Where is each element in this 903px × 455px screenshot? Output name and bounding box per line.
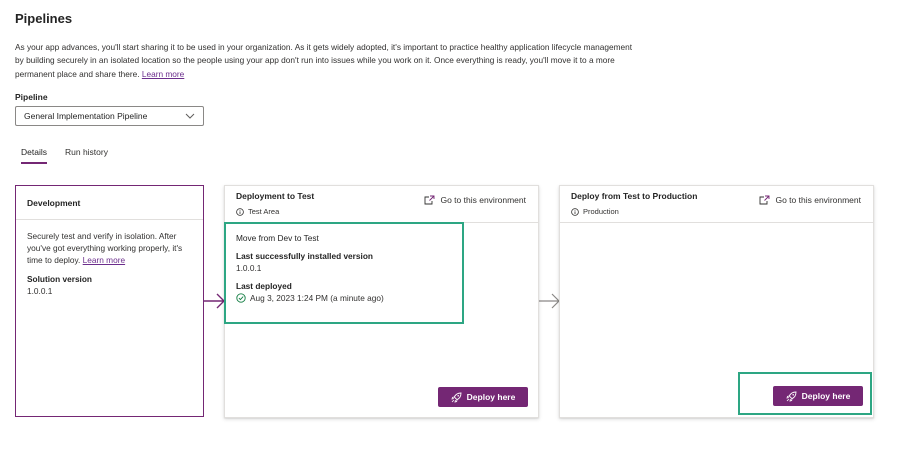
production-goto-environment-link[interactable]: Go to this environment	[759, 195, 861, 205]
installed-version-value: 1.0.0.1	[236, 263, 262, 273]
tab-run-history[interactable]: Run history	[65, 147, 108, 164]
installed-version-label: Last successfully installed version	[236, 251, 373, 261]
intro-learn-more-link[interactable]: Learn more	[142, 69, 184, 79]
production-goto-label: Go to this environment	[775, 195, 861, 205]
pipeline-selected-value: General Implementation Pipeline	[24, 111, 148, 121]
last-deployed-value: Aug 3, 2023 1:24 PM (a minute ago)	[250, 293, 384, 303]
test-deploy-here-button[interactable]: Deploy here	[438, 387, 528, 407]
intro-paragraph: As your app advances, you'll start shari…	[15, 41, 635, 81]
pipeline-label: Pipeline	[15, 92, 48, 102]
test-environment-name: Test Area	[248, 207, 280, 216]
intro-text: As your app advances, you'll start shari…	[15, 42, 633, 79]
development-learn-more-link[interactable]: Learn more	[83, 255, 125, 265]
test-stage-card: Deployment to Test Test Area Go to this …	[224, 185, 539, 418]
check-circle-icon	[236, 293, 246, 303]
test-deploy-label: Deploy here	[466, 392, 516, 402]
run-summary-highlight: Move from Dev to Test Last successfully …	[224, 222, 464, 324]
tab-bar: Details Run history	[21, 147, 108, 164]
open-external-icon	[760, 195, 770, 205]
test-goto-environment-link[interactable]: Go to this environment	[424, 195, 526, 205]
page-title: Pipelines	[15, 11, 73, 26]
arrow-right-icon	[204, 293, 225, 309]
production-stage-environment: Production	[571, 207, 619, 216]
production-deploy-here-button[interactable]: Deploy here	[773, 386, 863, 406]
production-deploy-highlight: Deploy here	[738, 372, 872, 415]
test-stage-environment: Test Area	[236, 207, 279, 216]
last-deployed-label: Last deployed	[236, 281, 292, 291]
pipeline-dropdown[interactable]: General Implementation Pipeline	[15, 106, 204, 126]
production-environment-name: Production	[583, 207, 619, 216]
tab-details[interactable]: Details	[21, 147, 47, 164]
rocket-icon	[786, 391, 797, 402]
info-icon	[571, 207, 579, 216]
solution-version-value: 1.0.0.1	[27, 286, 53, 296]
info-icon	[236, 207, 244, 216]
open-external-icon	[425, 195, 435, 205]
development-title: Development	[16, 186, 203, 220]
solution-version-label: Solution version	[27, 274, 92, 284]
arrow-right-icon	[539, 293, 560, 309]
development-stage-card[interactable]: Development Securely test and verify in …	[15, 185, 204, 417]
test-goto-label: Go to this environment	[440, 195, 526, 205]
chevron-down-icon	[185, 111, 195, 121]
run-title: Move from Dev to Test	[236, 233, 319, 243]
production-stage-title: Deploy from Test to Production	[571, 191, 698, 201]
production-deploy-label: Deploy here	[801, 391, 851, 401]
rocket-icon	[451, 392, 462, 403]
test-stage-title: Deployment to Test	[236, 191, 315, 201]
